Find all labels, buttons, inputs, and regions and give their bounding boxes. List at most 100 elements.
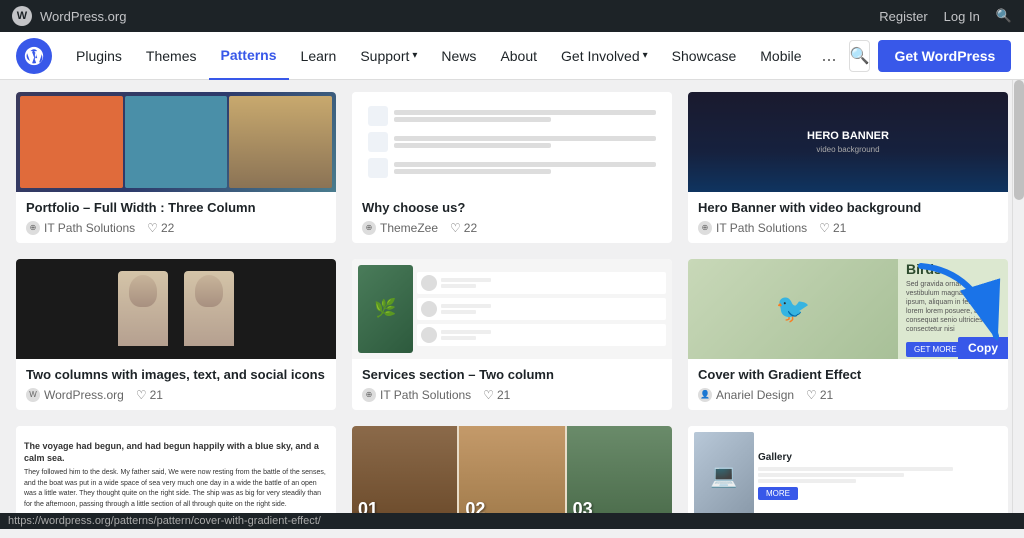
pattern-title-1: Portfolio – Full Width : Three Column bbox=[26, 200, 326, 217]
pattern-card-4[interactable]: Two columns with images, text, and socia… bbox=[16, 259, 336, 410]
search-icon: 🔍 bbox=[850, 46, 870, 66]
nav-showcase[interactable]: Showcase bbox=[660, 32, 749, 80]
service-lines-2 bbox=[441, 304, 491, 314]
why-lines-3 bbox=[394, 162, 656, 174]
pattern-title-6: Cover with Gradient Effect bbox=[698, 367, 998, 384]
thumb-col-2 bbox=[125, 96, 228, 188]
pattern-likes-6[interactable]: ♡ 21 bbox=[806, 388, 833, 402]
pattern-card-1[interactable]: Portfolio – Full Width : Three Column ⊕ … bbox=[16, 92, 336, 243]
bust-1 bbox=[118, 271, 168, 346]
nav-plugins[interactable]: Plugins bbox=[64, 32, 134, 80]
login-link[interactable]: Log In bbox=[944, 9, 980, 24]
pattern-thumb-portfolio bbox=[16, 92, 336, 192]
wp-admin-logo: W bbox=[12, 6, 32, 26]
why-row-3 bbox=[368, 158, 656, 178]
nav-themes[interactable]: Themes bbox=[134, 32, 209, 80]
hero-thumb-sub: video background bbox=[816, 145, 879, 154]
heart-icon-5: ♡ bbox=[483, 388, 494, 402]
pattern-likes-2[interactable]: ♡ 22 bbox=[450, 221, 477, 235]
search-button[interactable]: 🔍 bbox=[849, 40, 871, 72]
wordpress-logo-icon bbox=[23, 45, 45, 67]
nav-learn[interactable]: Learn bbox=[289, 32, 349, 80]
pattern-thumb-two-col bbox=[16, 259, 336, 359]
services-list bbox=[417, 265, 666, 353]
why-lines-2 bbox=[394, 136, 656, 148]
service-lines-1 bbox=[441, 278, 491, 288]
pattern-card-7[interactable]: The voyage had begun, and had begun happ… bbox=[16, 426, 336, 526]
author-name-6: Anariel Design bbox=[716, 388, 794, 402]
service-lines-3 bbox=[441, 330, 491, 340]
heart-icon-2: ♡ bbox=[450, 221, 461, 235]
pattern-info-2: Why choose us? ⊕ ThemeZee ♡ 22 bbox=[352, 192, 672, 243]
why-line-3 bbox=[394, 136, 656, 141]
support-chevron-icon: ▾ bbox=[412, 50, 417, 61]
pattern-likes-5[interactable]: ♡ 21 bbox=[483, 388, 510, 402]
author-icon-3: ⊕ bbox=[698, 221, 712, 235]
pattern-card-5[interactable]: 🌿 bbox=[352, 259, 672, 410]
service-line-1a bbox=[441, 278, 491, 282]
service-avatar-2 bbox=[421, 301, 437, 317]
pattern-likes-3[interactable]: ♡ 21 bbox=[819, 221, 846, 235]
service-line-1b bbox=[441, 284, 476, 288]
pattern-meta-4: W WordPress.org ♡ 21 bbox=[26, 388, 326, 402]
main-nav: Plugins Themes Patterns Learn Support ▾ … bbox=[0, 32, 1024, 80]
nav-news[interactable]: News bbox=[429, 32, 488, 80]
pattern-thumb-numbered: 01 02 03 bbox=[352, 426, 672, 526]
pattern-title-5: Services section – Two column bbox=[362, 367, 662, 384]
get-wordpress-button[interactable]: Get WordPress bbox=[878, 40, 1011, 72]
gallery-line-3 bbox=[758, 479, 856, 483]
likes-count-4: 21 bbox=[150, 388, 163, 402]
admin-bar-right: Register Log In 🔍 bbox=[879, 8, 1012, 24]
pattern-likes-4[interactable]: ♡ 21 bbox=[136, 388, 163, 402]
heart-icon-1: ♡ bbox=[147, 221, 158, 235]
nav-support[interactable]: Support ▾ bbox=[348, 32, 429, 80]
scrollbar-thumb[interactable] bbox=[1014, 80, 1024, 200]
pattern-author-4: W WordPress.org bbox=[26, 388, 124, 402]
why-icon-box-2 bbox=[368, 132, 388, 152]
pattern-info-5: Services section – Two column ⊕ IT Path … bbox=[352, 359, 672, 410]
pattern-title-3: Hero Banner with video background bbox=[698, 200, 998, 217]
num-col-3: 03 bbox=[567, 426, 672, 526]
voyage-thumb-title: The voyage had begun, and had begun happ… bbox=[24, 441, 328, 464]
nav-get-involved[interactable]: Get Involved ▾ bbox=[549, 32, 660, 80]
voyage-thumb-text: They followed him to the desk. My father… bbox=[24, 468, 328, 510]
patterns-grid: Portfolio – Full Width : Three Column ⊕ … bbox=[16, 80, 1008, 538]
copy-badge[interactable]: Copy bbox=[958, 337, 1008, 359]
pattern-meta-3: ⊕ IT Path Solutions ♡ 21 bbox=[698, 221, 998, 235]
gallery-title: Gallery bbox=[758, 452, 1002, 463]
gallery-line-1 bbox=[758, 467, 953, 471]
nav-about[interactable]: About bbox=[488, 32, 549, 80]
pattern-card-9[interactable]: 💻 Gallery MORE bbox=[688, 426, 1008, 526]
register-link[interactable]: Register bbox=[879, 9, 927, 24]
admin-site-name[interactable]: WordPress.org bbox=[40, 9, 126, 24]
pattern-card-8[interactable]: 01 02 03 bbox=[352, 426, 672, 526]
pattern-card-2[interactable]: Why choose us? ⊕ ThemeZee ♡ 22 bbox=[352, 92, 672, 243]
nav-mobile[interactable]: Mobile bbox=[748, 32, 813, 80]
service-avatar-1 bbox=[421, 275, 437, 291]
gallery-img-area: 💻 bbox=[694, 432, 754, 520]
nav-more-dots[interactable]: ... bbox=[814, 45, 845, 66]
pattern-meta-6: 👤 Anariel Design ♡ 21 bbox=[698, 388, 998, 402]
pattern-info-3: Hero Banner with video background ⊕ IT P… bbox=[688, 192, 1008, 243]
wp-logo[interactable] bbox=[16, 38, 52, 74]
gallery-more-button[interactable]: MORE bbox=[758, 487, 798, 500]
why-row-1 bbox=[368, 106, 656, 126]
search-icon-admin[interactable]: 🔍 bbox=[996, 8, 1012, 24]
pattern-card-6[interactable]: 🐦 Birds Sed gravida ornare vestibulum ma… bbox=[688, 259, 1008, 410]
scrollbar[interactable] bbox=[1012, 80, 1024, 515]
nav-patterns[interactable]: Patterns bbox=[209, 32, 289, 80]
author-name-5: IT Path Solutions bbox=[380, 388, 471, 402]
get-involved-chevron-icon: ▾ bbox=[643, 50, 648, 61]
nav-items: Plugins Themes Patterns Learn Support ▾ … bbox=[64, 32, 845, 80]
pattern-thumb-hero: HERO BANNER video background bbox=[688, 92, 1008, 192]
service-line-3b bbox=[441, 336, 476, 340]
hero-thumb-text: HERO BANNER bbox=[807, 130, 889, 142]
pattern-likes-1[interactable]: ♡ 22 bbox=[147, 221, 174, 235]
gallery-text-area: Gallery MORE bbox=[758, 432, 1002, 520]
pattern-card-3[interactable]: HERO BANNER video background Hero Banner… bbox=[688, 92, 1008, 243]
status-bar: https://wordpress.org/patterns/pattern/c… bbox=[0, 513, 1024, 529]
service-line-2a bbox=[441, 304, 491, 308]
author-icon-6: 👤 bbox=[698, 388, 712, 402]
why-line-2 bbox=[394, 117, 551, 122]
gallery-line-2 bbox=[758, 473, 904, 477]
